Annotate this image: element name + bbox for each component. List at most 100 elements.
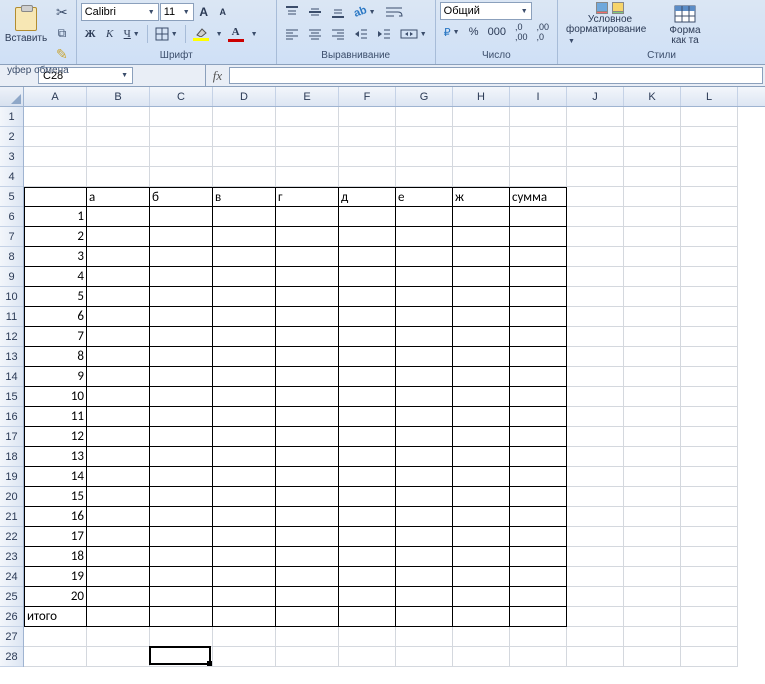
cell[interactable] xyxy=(510,647,567,667)
cell[interactable] xyxy=(150,427,213,447)
cell[interactable] xyxy=(510,507,567,527)
cell[interactable] xyxy=(339,647,396,667)
fill-color-button[interactable] xyxy=(189,24,213,44)
row-header[interactable]: 11 xyxy=(0,307,23,327)
cell[interactable] xyxy=(624,327,681,347)
cell[interactable] xyxy=(396,247,453,267)
cell[interactable] xyxy=(150,607,213,627)
cell[interactable] xyxy=(150,367,213,387)
cell[interactable] xyxy=(213,507,276,527)
decrease-indent-button[interactable] xyxy=(350,24,372,44)
cell[interactable] xyxy=(213,567,276,587)
accounting-format-button[interactable]: ₽▼ xyxy=(440,22,464,42)
cell[interactable] xyxy=(453,507,510,527)
cell[interactable] xyxy=(213,527,276,547)
cell[interactable] xyxy=(276,427,339,447)
align-bottom-button[interactable] xyxy=(327,2,349,22)
column-header[interactable]: A xyxy=(24,87,87,106)
cell[interactable] xyxy=(453,307,510,327)
cell[interactable] xyxy=(276,507,339,527)
cell[interactable] xyxy=(213,227,276,247)
cell[interactable] xyxy=(87,127,150,147)
cell[interactable]: г xyxy=(276,187,339,207)
cell[interactable]: 8 xyxy=(24,347,87,367)
row-header[interactable]: 12 xyxy=(0,327,23,347)
cell[interactable] xyxy=(567,487,624,507)
cell[interactable] xyxy=(213,427,276,447)
cell[interactable] xyxy=(276,247,339,267)
cell[interactable] xyxy=(567,607,624,627)
cell[interactable] xyxy=(453,367,510,387)
cell[interactable]: 16 xyxy=(24,507,87,527)
column-header[interactable]: D xyxy=(213,87,276,106)
column-header[interactable]: J xyxy=(567,87,624,106)
row-header[interactable]: 6 xyxy=(0,207,23,227)
cell[interactable] xyxy=(567,467,624,487)
cell[interactable] xyxy=(150,627,213,647)
cell[interactable] xyxy=(150,547,213,567)
cell[interactable]: 14 xyxy=(24,467,87,487)
cell[interactable] xyxy=(453,247,510,267)
cell[interactable] xyxy=(453,327,510,347)
cell[interactable] xyxy=(24,627,87,647)
increase-decimal-button[interactable]: ,0,00 xyxy=(511,22,532,42)
cell[interactable] xyxy=(567,447,624,467)
cell[interactable] xyxy=(567,327,624,347)
cell[interactable] xyxy=(681,587,738,607)
paste-button[interactable]: Вставить xyxy=(4,2,48,48)
cell[interactable] xyxy=(681,607,738,627)
cell[interactable] xyxy=(87,567,150,587)
cell[interactable] xyxy=(396,507,453,527)
cell[interactable] xyxy=(396,367,453,387)
cell[interactable] xyxy=(150,467,213,487)
row-header[interactable]: 22 xyxy=(0,527,23,547)
cell[interactable] xyxy=(150,107,213,127)
cell[interactable] xyxy=(681,507,738,527)
cell[interactable] xyxy=(339,147,396,167)
cell[interactable] xyxy=(396,307,453,327)
column-header[interactable]: H xyxy=(453,87,510,106)
wrap-text-button[interactable] xyxy=(381,2,407,22)
cell[interactable] xyxy=(150,227,213,247)
cell[interactable] xyxy=(624,367,681,387)
bold-button[interactable]: Ж xyxy=(81,24,100,44)
cell[interactable] xyxy=(453,547,510,567)
cell[interactable]: 13 xyxy=(24,447,87,467)
cell[interactable] xyxy=(510,627,567,647)
percent-format-button[interactable]: % xyxy=(465,22,483,42)
cell[interactable] xyxy=(681,147,738,167)
cell[interactable] xyxy=(276,567,339,587)
row-header[interactable]: 21 xyxy=(0,507,23,527)
row-header[interactable]: 2 xyxy=(0,127,23,147)
row-header[interactable]: 23 xyxy=(0,547,23,567)
cell[interactable] xyxy=(567,507,624,527)
cell[interactable] xyxy=(681,107,738,127)
cell[interactable] xyxy=(681,467,738,487)
cell[interactable] xyxy=(150,267,213,287)
row-header[interactable]: 10 xyxy=(0,287,23,307)
cell[interactable] xyxy=(87,307,150,327)
cell[interactable] xyxy=(87,207,150,227)
font-name-select[interactable]: Calibri▼ xyxy=(81,3,159,21)
cell[interactable] xyxy=(339,207,396,227)
cell[interactable] xyxy=(510,267,567,287)
cell[interactable] xyxy=(624,487,681,507)
cell[interactable] xyxy=(567,107,624,127)
cell[interactable]: 9 xyxy=(24,367,87,387)
cell[interactable] xyxy=(567,567,624,587)
cell[interactable]: д xyxy=(339,187,396,207)
cell[interactable] xyxy=(510,307,567,327)
cell[interactable] xyxy=(624,147,681,167)
cell[interactable] xyxy=(24,167,87,187)
cell[interactable] xyxy=(87,587,150,607)
cell[interactable] xyxy=(510,347,567,367)
cell[interactable] xyxy=(213,627,276,647)
cell[interactable] xyxy=(339,347,396,367)
cell[interactable] xyxy=(567,387,624,407)
cell[interactable] xyxy=(213,167,276,187)
cell[interactable] xyxy=(213,147,276,167)
align-middle-button[interactable] xyxy=(304,2,326,22)
cell[interactable] xyxy=(567,527,624,547)
cell[interactable] xyxy=(396,567,453,587)
cell[interactable] xyxy=(510,487,567,507)
